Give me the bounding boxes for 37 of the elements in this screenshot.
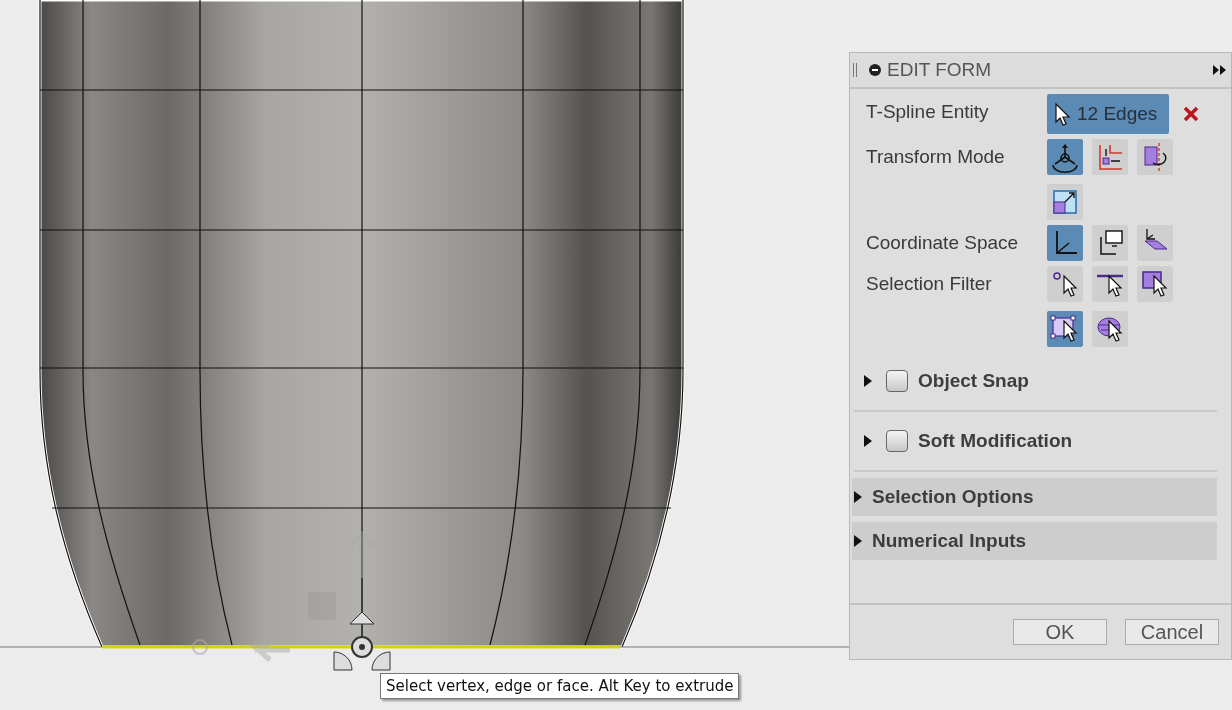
monitor-axes-icon[interactable] [1092,225,1128,261]
selection-button[interactable]: 12 Edges [1047,94,1169,134]
caret-right-icon[interactable] [854,535,862,547]
box-cursor-icon[interactable] [1047,311,1083,347]
section-header[interactable]: Selection Options [852,478,1217,516]
field-label: T-Spline Entity [866,100,990,123]
field-label: Selection Filter [866,272,993,295]
ok-button[interactable]: OK [1013,619,1107,645]
face-cursor-icon[interactable] [1137,266,1173,302]
edge-cursor-icon[interactable] [1092,266,1128,302]
section-label: Object Snap [918,370,1029,392]
caret-right-icon[interactable] [854,491,862,503]
axes-icon[interactable] [1047,225,1083,261]
plane-axes-icon[interactable] [1137,225,1173,261]
clear-icon[interactable] [1183,106,1199,122]
caret-right-icon[interactable] [864,435,872,447]
scale-icon[interactable] [1047,184,1083,220]
cursor-icon [1053,102,1071,126]
expand-icon[interactable] [1213,65,1227,75]
cancel-button[interactable]: Cancel [1125,619,1219,645]
section-label: Soft Modification [918,430,1073,452]
section-header[interactable]: Numerical Inputs [852,522,1217,560]
gizmo-drawing[interactable] [192,529,391,671]
vertex-cursor-icon[interactable] [1047,266,1083,302]
rotate-icon[interactable] [1137,139,1173,175]
field-label: Coordinate Space [866,231,1020,254]
collapse-icon[interactable] [869,64,881,76]
checkbox[interactable] [886,370,908,392]
body-cursor-icon[interactable] [1092,311,1128,347]
panel-title: EDIT FORM [887,59,993,81]
axes-gizmo-icon[interactable] [1047,139,1083,175]
grip-icon[interactable] [853,63,857,77]
field-label: Transform Mode [866,145,1006,168]
checkbox[interactable] [886,430,908,452]
move-axes-icon[interactable] [1092,139,1128,175]
tooltip: Select vertex, edge or face. Alt Key to extrude [380,673,740,699]
caret-right-icon[interactable] [864,375,872,387]
